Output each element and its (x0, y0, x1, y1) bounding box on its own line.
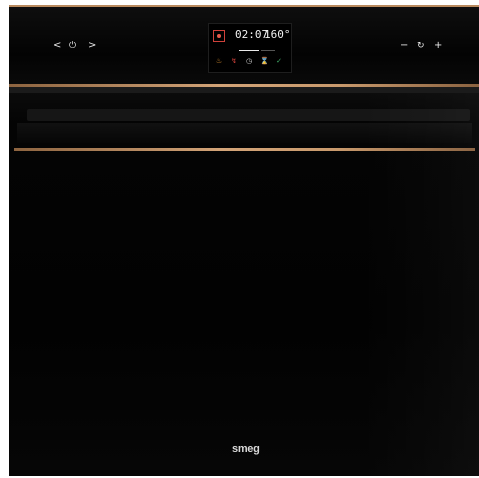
oven: < ⏻ > 02:07 160° ♨ ↯ ◷ ⌛ ✓ − ↻ + smeg (9, 5, 479, 476)
heating-icon[interactable]: ♨ (215, 57, 223, 65)
glass-glare (360, 93, 479, 476)
prev-button[interactable]: < (53, 41, 61, 51)
fan-icon (213, 30, 225, 42)
display-temperature: 160° (264, 28, 291, 41)
power-button[interactable]: ⏻ (69, 41, 76, 51)
next-button[interactable]: > (88, 41, 96, 51)
plus-button[interactable]: + (434, 41, 442, 51)
reset-button[interactable]: ↻ (417, 41, 425, 51)
control-panel: < ⏻ > 02:07 160° ♨ ↯ ◷ ⌛ ✓ − ↻ + (9, 5, 479, 86)
timer-icon[interactable]: ⌛ (260, 57, 269, 65)
oven-door: smeg (9, 93, 479, 476)
progress-bar-track (261, 50, 275, 51)
check-icon[interactable]: ✓ (275, 57, 283, 65)
brand-logo: smeg (232, 443, 260, 455)
progress-bar (239, 50, 259, 51)
minus-button[interactable]: − (400, 41, 408, 51)
clock-icon[interactable]: ◷ (245, 57, 253, 65)
display: 02:07 160° ♨ ↯ ◷ ⌛ ✓ (208, 23, 292, 73)
probe-icon[interactable]: ↯ (230, 57, 238, 65)
